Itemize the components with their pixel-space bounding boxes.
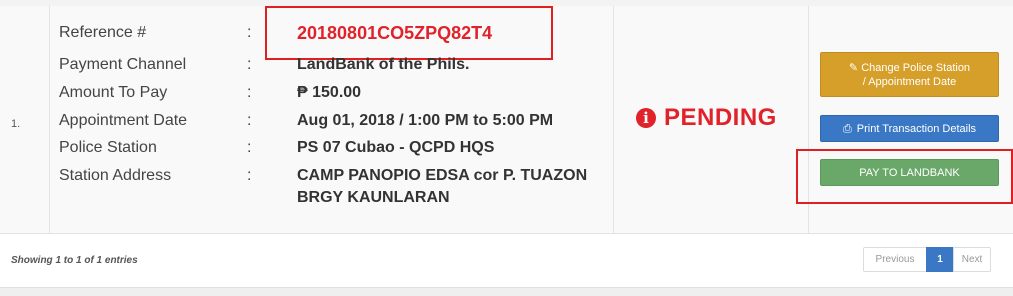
change-button-line1: Change Police Station <box>861 61 971 74</box>
reference-label: Reference # <box>59 24 147 41</box>
exclamation-circle-icon: i <box>636 108 656 128</box>
police-station-label: Police Station <box>59 139 157 156</box>
payment-channel-value: LandBank of the Phils. <box>297 56 470 73</box>
payment-channel-label: Payment Channel <box>59 56 187 73</box>
print-button-label: Print Transaction Details <box>856 122 977 135</box>
appointment-date-label: Appointment Date <box>59 112 188 129</box>
police-station-value: PS 07 Cubao - QCPD HQS <box>297 139 495 156</box>
edit-icon: ✎ <box>848 61 859 74</box>
colon: : <box>247 139 252 156</box>
change-button-line2: / Appointment Date <box>862 75 957 88</box>
printer-icon: ⎙ <box>842 122 852 135</box>
station-address-line1: CAMP PANOPIO EDSA cor P. TUAZON <box>297 167 588 184</box>
status-badge: i PENDING <box>636 104 777 132</box>
station-address-line2: BRGY KAUNLARAN <box>297 189 450 206</box>
pagination: Previous 1 Next <box>863 247 991 272</box>
highlight-box-pay <box>796 149 1013 204</box>
colon: : <box>247 56 252 73</box>
amount-label: Amount To Pay <box>59 84 168 101</box>
column-divider <box>613 6 614 233</box>
row-number: 1. <box>11 118 21 130</box>
colon: : <box>247 167 252 184</box>
change-police-station-button[interactable]: ✎ Change Police Station / Appointment Da… <box>820 52 999 97</box>
appointment-date-value: Aug 01, 2018 / 1:00 PM to 5:00 PM <box>297 112 554 129</box>
highlight-box-reference <box>265 6 553 60</box>
colon: : <box>247 84 252 101</box>
pagination-next[interactable]: Next <box>953 247 991 272</box>
table-info: Showing 1 to 1 of 1 entries <box>11 255 138 266</box>
column-divider <box>49 6 50 233</box>
colon: : <box>247 24 252 41</box>
print-transaction-button[interactable]: ⎙ Print Transaction Details <box>820 115 999 142</box>
pagination-previous[interactable]: Previous <box>863 247 927 272</box>
station-address-label: Station Address <box>59 167 172 184</box>
amount-value: ₱ 150.00 <box>297 84 362 101</box>
colon: : <box>247 112 252 129</box>
pagination-page-1[interactable]: 1 <box>926 247 954 272</box>
status-text: PENDING <box>664 104 777 131</box>
